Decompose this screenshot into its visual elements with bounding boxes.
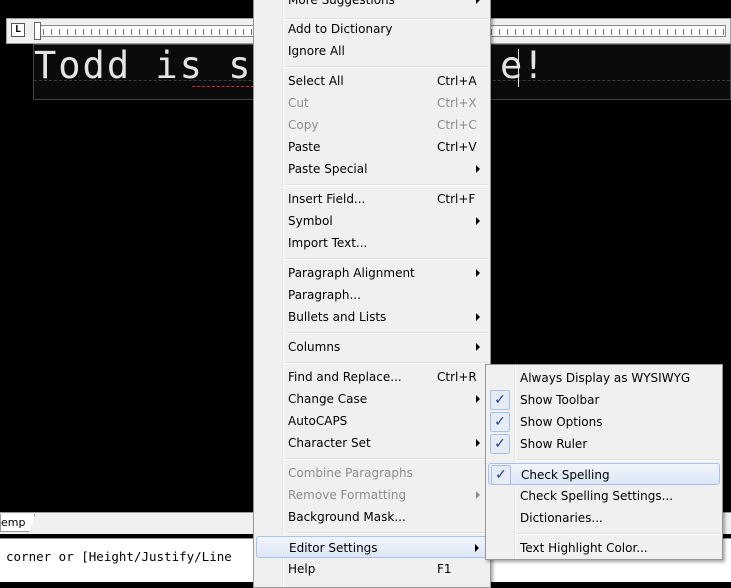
menu-separator — [285, 184, 488, 186]
menu-import-text[interactable]: Import Text... — [256, 232, 488, 254]
indent-marker-icon[interactable] — [34, 22, 41, 40]
spelling-error-underline — [192, 84, 254, 87]
menu-separator — [285, 332, 488, 334]
checkmark-icon: ✓ — [490, 412, 510, 432]
checkmark-icon: ✓ — [491, 465, 511, 485]
menu-dictionaries[interactable]: Dictionaries... — [488, 507, 720, 529]
editor-settings-submenu: Always Display as WYSIWYG ✓ Show Toolbar … — [485, 364, 723, 560]
submenu-arrow-icon — [476, 439, 480, 447]
submenu-arrow-icon — [476, 165, 480, 173]
menu-insert-field[interactable]: Insert Field... Ctrl+F — [256, 188, 488, 210]
menu-bullets-and-lists[interactable]: Bullets and Lists — [256, 306, 488, 328]
menu-separator — [285, 532, 488, 534]
tab-temp[interactable]: emp — [0, 514, 36, 532]
menu-separator — [285, 362, 488, 364]
menu-separator — [285, 66, 488, 68]
menu-paste[interactable]: Paste Ctrl+V — [256, 136, 488, 158]
checkmark-icon: ✓ — [490, 390, 510, 410]
menu-character-set[interactable]: Character Set — [256, 432, 488, 454]
menu-check-spelling[interactable]: ✓ Check Spelling — [488, 463, 720, 485]
menu-separator — [517, 533, 720, 535]
menu-separator — [285, 458, 488, 460]
menu-paste-special[interactable]: Paste Special — [256, 158, 488, 180]
submenu-arrow-icon — [476, 395, 480, 403]
menu-cut[interactable]: Cut Ctrl+X — [256, 92, 488, 114]
menu-editor-settings[interactable]: Editor Settings — [256, 536, 488, 558]
menu-copy[interactable]: Copy Ctrl+C — [256, 114, 488, 136]
tab-stop-type-icon[interactable]: L — [11, 23, 25, 37]
menu-show-toolbar[interactable]: ✓ Show Toolbar — [488, 389, 720, 411]
menu-paragraph-alignment[interactable]: Paragraph Alignment — [256, 262, 488, 284]
submenu-arrow-icon — [476, 0, 480, 4]
submenu-arrow-icon — [476, 217, 480, 225]
menu-find-and-replace[interactable]: Find and Replace... Ctrl+R — [256, 366, 488, 388]
menu-separator — [517, 459, 720, 461]
menu-combine-paragraphs[interactable]: Combine Paragraphs — [256, 462, 488, 484]
menu-separator — [285, 258, 488, 260]
menu-columns[interactable]: Columns — [256, 336, 488, 358]
submenu-arrow-icon — [476, 269, 480, 277]
menu-change-case[interactable]: Change Case — [256, 388, 488, 410]
menu-select-all[interactable]: Select All Ctrl+A — [256, 70, 488, 92]
editor-text-right: e! — [500, 44, 545, 87]
submenu-arrow-icon — [476, 491, 480, 499]
menu-show-ruler[interactable]: ✓ Show Ruler — [488, 433, 720, 455]
menu-check-spelling-settings[interactable]: Check Spelling Settings... — [488, 485, 720, 507]
command-line-text: corner or [Height/Justify/Line — [6, 549, 232, 564]
menu-more-suggestions[interactable]: More Suggestions — [256, 0, 488, 11]
submenu-arrow-icon — [475, 544, 479, 552]
menu-add-to-dictionary[interactable]: Add to Dictionary — [256, 18, 488, 40]
menu-text-highlight-color[interactable]: Text Highlight Color... — [488, 537, 720, 559]
text-cursor-icon — [518, 49, 519, 87]
checkmark-icon: ✓ — [490, 434, 510, 454]
menu-help[interactable]: Help F1 — [256, 558, 488, 580]
context-menu: More Suggestions Add to Dictionary Ignor… — [253, 0, 491, 588]
menu-ignore-all[interactable]: Ignore All — [256, 40, 488, 62]
menu-background-mask[interactable]: Background Mask... — [256, 506, 488, 528]
menu-paragraph[interactable]: Paragraph... — [256, 284, 488, 306]
menu-symbol[interactable]: Symbol — [256, 210, 488, 232]
menu-always-display-wysiwyg[interactable]: Always Display as WYSIWYG — [488, 367, 720, 389]
submenu-arrow-icon — [476, 343, 480, 351]
submenu-arrow-icon — [476, 313, 480, 321]
menu-remove-formatting[interactable]: Remove Formatting — [256, 484, 488, 506]
menu-show-options[interactable]: ✓ Show Options — [488, 411, 720, 433]
menu-autocaps[interactable]: AutoCAPS — [256, 410, 488, 432]
